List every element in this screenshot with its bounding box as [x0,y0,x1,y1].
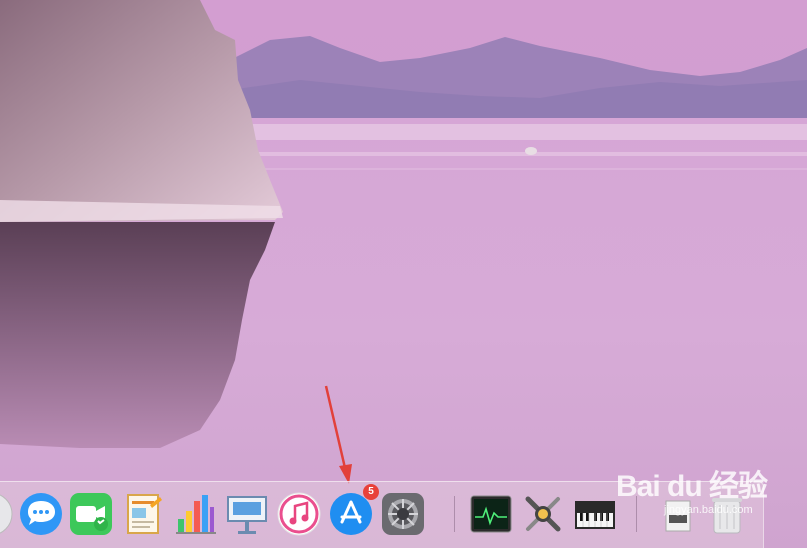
trash-icon[interactable] [704,491,750,537]
system-preferences-icon[interactable] [380,491,426,537]
desktop-wallpaper: 5 Bai du 经验 jingyan.baidu.com [0,0,807,548]
dock: 5 [0,481,764,548]
itunes-icon[interactable] [276,491,322,537]
piano-app-icon[interactable] [572,491,618,537]
dock-separator-2 [636,496,637,532]
utilities-icon[interactable] [520,491,566,537]
dock-separator [454,496,455,532]
facetime-icon[interactable] [68,491,114,537]
keynote-icon[interactable] [224,491,270,537]
numbers-icon[interactable] [172,491,218,537]
messages-icon[interactable] [18,491,64,537]
activity-monitor-icon[interactable] [468,491,514,537]
app-store-icon[interactable]: 5 [328,484,379,537]
dock-app-partial-icon[interactable] [0,491,14,537]
pages-icon[interactable] [120,491,166,537]
downloads-stack-icon[interactable] [654,491,700,537]
wallpaper-image [0,0,807,548]
app-store-badge: 5 [363,484,379,500]
